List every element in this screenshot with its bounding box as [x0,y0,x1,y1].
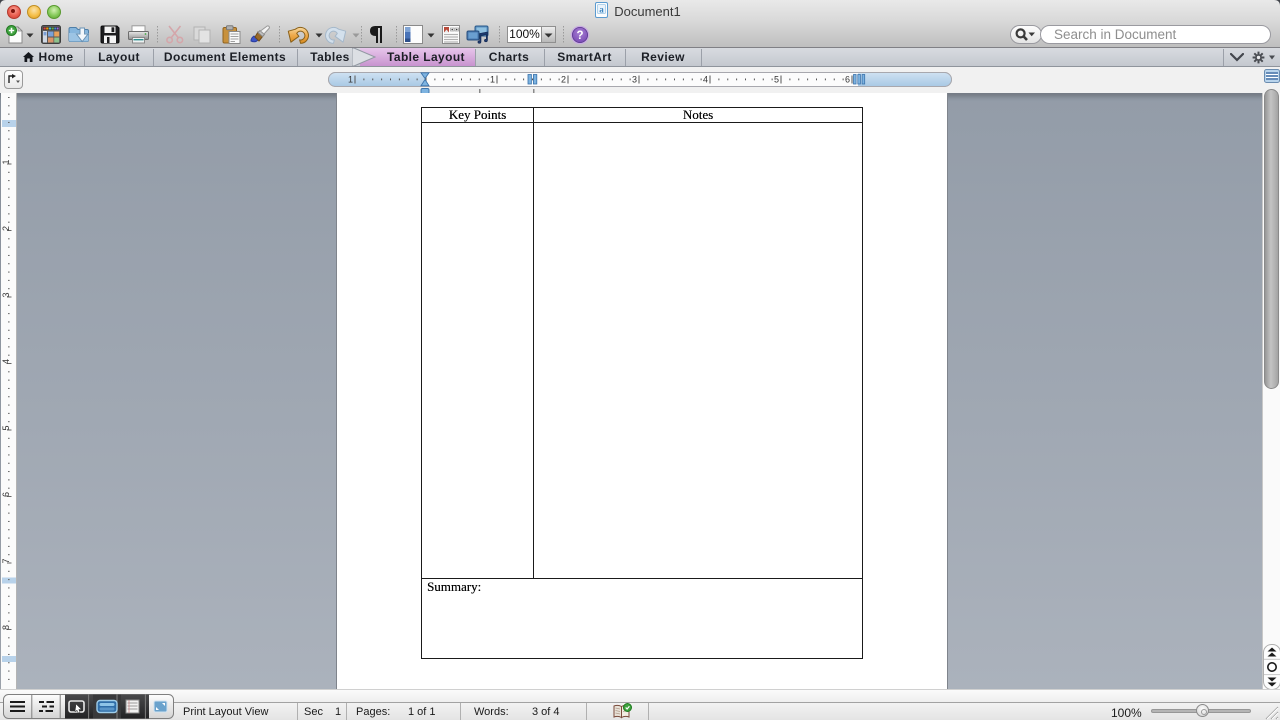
svg-text:4: 4 [1,359,11,364]
svg-text:5: 5 [774,75,779,85]
svg-text:a: a [599,5,604,15]
svg-text:1: 1 [490,75,495,85]
svg-text:4: 4 [703,75,708,85]
svg-text:3: 3 [632,75,637,85]
svg-text:6: 6 [845,75,850,85]
svg-text:5: 5 [1,425,11,430]
svg-text:7: 7 [1,558,11,563]
svg-text:1: 1 [348,75,353,85]
svg-text:2: 2 [1,226,11,231]
svg-text:6: 6 [1,492,11,497]
svg-text:8: 8 [1,625,11,630]
svg-text:?: ? [576,30,583,42]
svg-text:3: 3 [1,292,11,297]
svg-text:1: 1 [1,159,11,164]
svg-text:2: 2 [561,75,566,85]
